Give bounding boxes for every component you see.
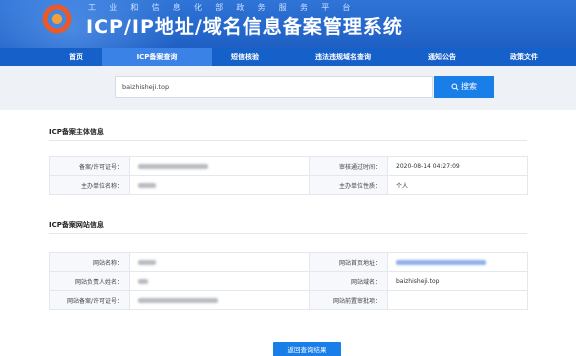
miit-logo-icon	[42, 4, 72, 34]
table-row: 备案/许可证号： 审核通过时间： 2020-08-14 04:27:09	[49, 156, 528, 176]
subject-section-title: ICP备案主体信息	[49, 128, 104, 136]
redacted-value	[138, 297, 218, 303]
pre-approval-value	[387, 290, 528, 310]
home-url-value[interactable]	[387, 252, 528, 272]
section-divider	[49, 140, 527, 141]
license-no-label: 备案/许可证号：	[49, 156, 130, 176]
site-license-label: 网站备案/许可证号：	[49, 290, 130, 310]
site-name-value	[129, 252, 310, 272]
redacted-value	[138, 278, 148, 284]
page-title: ICP/IP地址/域名信息备案管理系统	[86, 16, 403, 38]
domain-label: 网站域名：	[309, 271, 388, 291]
org-name-value	[129, 175, 310, 195]
section-divider	[49, 233, 527, 234]
pre-approval-label: 网站前置审批项：	[309, 290, 388, 310]
nav-item-illegal-domain[interactable]: 违法违规域名查询	[284, 48, 402, 66]
table-row: 网站备案/许可证号： 网站前置审批项：	[49, 290, 528, 310]
search-button-label: 搜索	[461, 82, 477, 91]
search-button[interactable]: 搜索	[434, 76, 494, 98]
redacted-value	[138, 259, 156, 265]
home-url-label: 网站首页地址：	[309, 252, 388, 272]
search-icon	[451, 82, 459, 91]
redacted-value	[138, 182, 156, 188]
principal-label: 网站负责人姓名：	[49, 271, 130, 291]
subject-info-table: 备案/许可证号： 审核通过时间： 2020-08-14 04:27:09 主办单…	[49, 156, 528, 195]
domain-value: baizhisheji.top	[387, 271, 528, 291]
main-nav: 首页 ICP备案查询 短信核验 违法违规域名查询 通知公告 政策文件	[0, 48, 576, 66]
redacted-value	[138, 163, 208, 169]
website-info-table: 网站名称： 网站首页地址： 网站负责人姓名： 网站域名： baizhisheji…	[49, 252, 528, 310]
org-type-value: 个人	[387, 175, 528, 195]
org-name-label: 主办单位名称：	[49, 175, 130, 195]
site-header: 工业和信息化部政务服务平台 ICP/IP地址/域名信息备案管理系统	[0, 0, 576, 48]
site-license-value	[129, 290, 310, 310]
table-row: 网站名称： 网站首页地址：	[49, 252, 528, 272]
table-row: 网站负责人姓名： 网站域名： baizhisheji.top	[49, 271, 528, 291]
license-no-value	[129, 156, 310, 176]
redacted-link	[396, 259, 486, 265]
table-row: 主办单位名称： 主办单位性质： 个人	[49, 175, 528, 195]
org-type-label: 主办单位性质：	[309, 175, 388, 195]
review-time-label: 审核通过时间：	[309, 156, 388, 176]
back-to-results-button[interactable]: 返回查询结果	[273, 342, 341, 356]
review-time-value: 2020-08-14 04:27:09	[387, 156, 528, 176]
nav-item-policies[interactable]: 政策文件	[474, 48, 574, 66]
website-section-title: ICP备案网站信息	[49, 221, 104, 229]
principal-value	[129, 271, 310, 291]
search-input[interactable]: baizhisheji.top	[115, 76, 433, 98]
site-name-label: 网站名称：	[49, 252, 130, 272]
